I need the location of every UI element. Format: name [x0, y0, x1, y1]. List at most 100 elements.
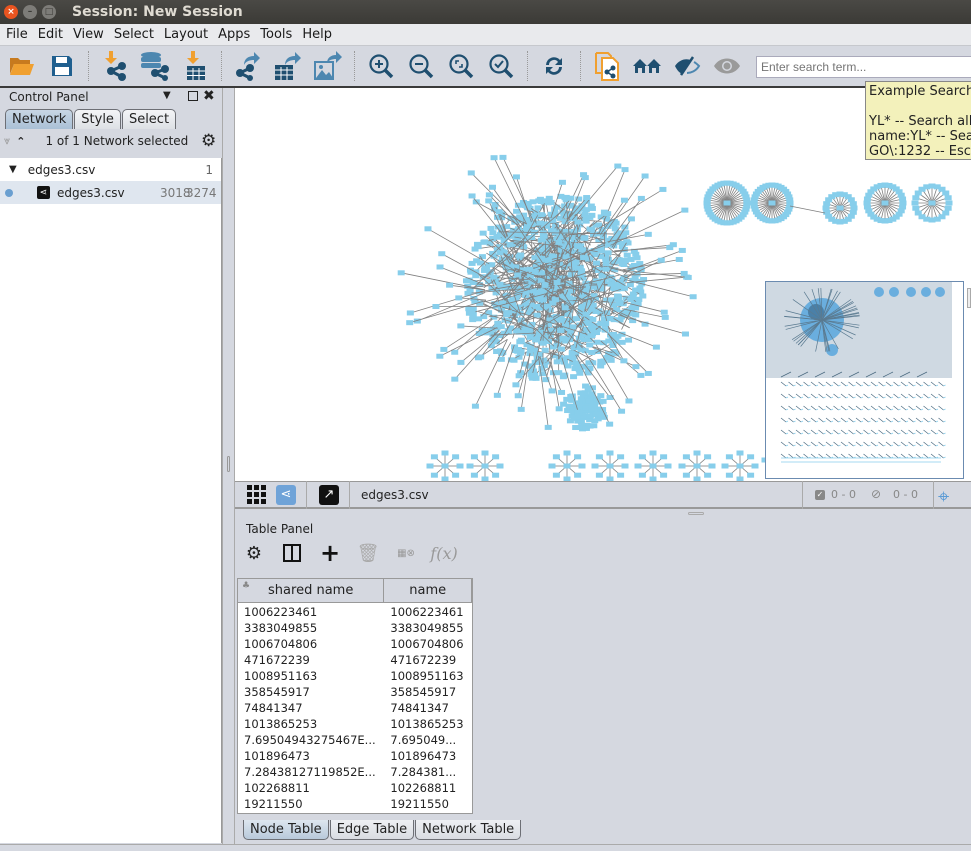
cell-shared-name[interactable]: 7.28438127119852E...: [238, 765, 384, 779]
table-row[interactable]: 1008951163 1008951163: [238, 668, 472, 684]
cell-shared-name[interactable]: 471672239: [238, 653, 384, 667]
detach-view-icon[interactable]: ↗: [319, 484, 339, 505]
table-row[interactable]: 101896473 101896473: [238, 748, 472, 764]
cell-name[interactable]: 1006704806: [384, 637, 472, 651]
open-session-button[interactable]: [6, 50, 38, 82]
network-view-share-icon[interactable]: ⋖: [276, 484, 296, 505]
cell-shared-name[interactable]: 1006704806: [238, 637, 384, 651]
function-builder-button[interactable]: f(x): [430, 541, 458, 565]
export-image-button[interactable]: [312, 50, 344, 82]
menu-view[interactable]: View: [69, 27, 108, 42]
search-input[interactable]: [756, 56, 971, 78]
cell-name[interactable]: 101896473: [384, 749, 472, 763]
table-options-button[interactable]: ⚙: [240, 541, 268, 565]
tab-edge-table[interactable]: Edge Table: [329, 820, 415, 840]
export-table-button[interactable]: [272, 50, 304, 82]
network-options-gear-icon[interactable]: ⚙: [201, 131, 216, 151]
zoom-in-button[interactable]: [365, 50, 397, 82]
tab-network-table[interactable]: Network Table: [415, 820, 522, 840]
grid-view-icon[interactable]: [247, 485, 266, 504]
menu-tools[interactable]: Tools: [256, 27, 296, 42]
collapse-triangle-icon[interactable]: ▼: [9, 164, 17, 175]
window-maximize-button[interactable]: □: [42, 5, 56, 19]
cell-name[interactable]: 7.284381...: [384, 765, 472, 779]
panel-menu-chevron-icon[interactable]: ▼: [163, 90, 171, 101]
table-row[interactable]: 102268811 102268811: [238, 780, 472, 796]
save-session-button[interactable]: [46, 50, 78, 82]
cell-shared-name[interactable]: 101896473: [238, 749, 384, 763]
new-network-from-selection-button[interactable]: [591, 50, 623, 82]
cell-shared-name[interactable]: 74841347: [238, 701, 384, 715]
cell-name[interactable]: 3383049855: [384, 621, 472, 635]
collapse-all-icon[interactable]: ⌃: [16, 135, 25, 148]
canvas-scrollbar[interactable]: [967, 288, 971, 308]
table-row[interactable]: 19211550 19211550: [238, 796, 472, 812]
cell-name[interactable]: 102268811: [384, 781, 472, 795]
table-row[interactable]: 1013865253 1013865253: [238, 716, 472, 732]
delete-column-button[interactable]: 🗑: [354, 541, 382, 565]
show-all-button[interactable]: [631, 50, 663, 82]
apply-layout-button[interactable]: [538, 50, 570, 82]
vertical-splitter[interactable]: [222, 88, 235, 844]
menu-layout[interactable]: Layout: [160, 27, 212, 42]
import-network-database-button[interactable]: [139, 50, 171, 82]
close-panel-icon[interactable]: ✖: [203, 88, 215, 104]
table-row[interactable]: 471672239 471672239: [238, 652, 472, 668]
table-row[interactable]: 7.28438127119852E... 7.284381...: [238, 764, 472, 780]
network-canvas[interactable]: [235, 88, 971, 481]
table-row[interactable]: 74841347 74841347: [238, 700, 472, 716]
network-overview-minimap[interactable]: [765, 281, 964, 479]
menu-edit[interactable]: Edit: [34, 27, 67, 42]
pan-crosshair-icon[interactable]: ⌖: [938, 484, 949, 508]
tab-style[interactable]: Style: [74, 109, 121, 129]
tab-network[interactable]: Network: [5, 109, 74, 129]
cell-name[interactable]: 1006223461: [384, 605, 472, 619]
show-columns-button[interactable]: [278, 541, 306, 565]
horizontal-splitter[interactable]: [235, 511, 971, 520]
column-header-name[interactable]: name: [384, 579, 472, 602]
cell-name[interactable]: 1013865253: [384, 717, 472, 731]
cell-shared-name[interactable]: 358545917: [238, 685, 384, 699]
tab-select[interactable]: Select: [121, 109, 177, 129]
hide-selected-button[interactable]: [671, 50, 703, 82]
table-row[interactable]: 1006704806 1006704806: [238, 636, 472, 652]
menu-file[interactable]: File: [2, 27, 32, 42]
tab-node-table[interactable]: Node Table: [243, 820, 329, 840]
cell-shared-name[interactable]: 1008951163: [238, 669, 384, 683]
cell-shared-name[interactable]: 19211550: [238, 797, 384, 811]
cell-shared-name[interactable]: 1013865253: [238, 717, 384, 731]
column-header-shared-name[interactable]: ♣ shared name: [238, 579, 385, 602]
create-column-button[interactable]: +: [316, 539, 344, 567]
show-selected-button[interactable]: [711, 50, 743, 82]
zoom-fit-button[interactable]: [445, 50, 477, 82]
map-table-button[interactable]: ▦⊗: [392, 541, 420, 565]
table-row[interactable]: 3383049855 3383049855: [238, 620, 472, 636]
cell-name[interactable]: 7.695049...: [384, 733, 472, 747]
cell-shared-name[interactable]: 7.69504943275467E...: [238, 733, 384, 747]
menu-help[interactable]: Help: [298, 27, 336, 42]
cell-name[interactable]: 1008951163: [384, 669, 472, 683]
import-network-file-button[interactable]: [99, 50, 131, 82]
cell-shared-name[interactable]: 3383049855: [238, 621, 384, 635]
cell-name[interactable]: 471672239: [384, 653, 472, 667]
float-panel-icon[interactable]: [188, 91, 198, 101]
table-row[interactable]: 1006223461 1006223461: [238, 604, 472, 620]
zoom-selected-button[interactable]: [485, 50, 517, 82]
tree-network-row[interactable]: ⋖ edges3.csv 3018 3274: [0, 181, 221, 204]
tree-collection-row[interactable]: ▼ edges3.csv 1: [0, 158, 221, 181]
cell-shared-name[interactable]: 1006223461: [238, 605, 384, 619]
menu-select[interactable]: Select: [110, 27, 158, 42]
import-table-button[interactable]: [179, 50, 211, 82]
cell-name[interactable]: 74841347: [384, 701, 472, 715]
export-network-button[interactable]: [232, 50, 264, 82]
window-close-button[interactable]: ×: [4, 5, 18, 19]
menu-apps[interactable]: Apps: [214, 27, 254, 42]
expand-all-icon[interactable]: ⩔: [4, 134, 10, 148]
table-row[interactable]: 7.69504943275467E... 7.695049...: [238, 732, 472, 748]
cell-name[interactable]: 19211550: [384, 797, 472, 811]
window-minimize-button[interactable]: –: [23, 5, 37, 19]
table-row[interactable]: 358545917 358545917: [238, 684, 472, 700]
cell-shared-name[interactable]: 102268811: [238, 781, 384, 795]
cell-name[interactable]: 358545917: [384, 685, 472, 699]
zoom-out-button[interactable]: [405, 50, 437, 82]
